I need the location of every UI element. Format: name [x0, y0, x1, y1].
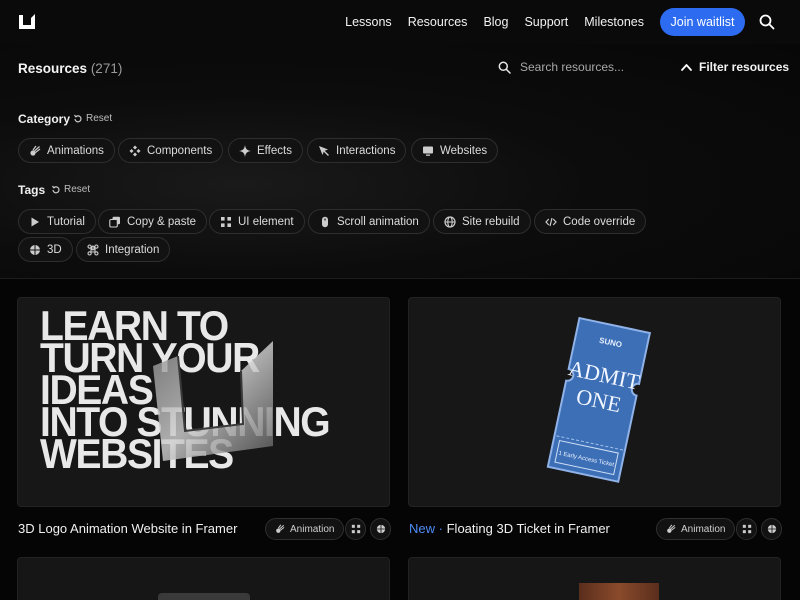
card-tag-ui-element[interactable]	[345, 518, 366, 540]
nav-link-resources[interactable]: Resources	[408, 15, 468, 29]
search-icon	[498, 61, 511, 74]
tag-chip-copy-paste[interactable]: Copy & paste	[98, 209, 208, 234]
category-chip-websites[interactable]: Websites	[411, 138, 499, 163]
tag-chip-site-rebuild[interactable]: Site rebuild	[433, 209, 531, 234]
card-title: Floating 3D Ticket in Framer	[446, 521, 610, 536]
filter-resources-label: Filter resources	[699, 60, 790, 74]
brand-logo-icon[interactable]	[18, 13, 36, 31]
tag-chip-scroll-animation[interactable]: Scroll animation	[308, 209, 430, 234]
page-title-text: Resources	[18, 61, 88, 76]
ui-element-icon	[221, 216, 231, 227]
page-title: Resources (271)	[18, 61, 122, 76]
sparkle-icon	[239, 144, 251, 157]
admit-one-ticket-graphic: SUNO ADMIT ONE 1 Early Access Ticket	[546, 316, 652, 483]
filter-panel: Resources (271) Filter resources Categor…	[0, 44, 800, 279]
cursor-icon	[319, 145, 329, 156]
tags-reset-button[interactable]: Reset	[51, 184, 90, 195]
chip-label: UI element	[238, 215, 294, 228]
resource-card-thumbnail[interactable]: LEARN TO TURN YOUR IDEAS INTO STUNNING W…	[17, 297, 390, 507]
card-tag-animation[interactable]: Animation	[265, 518, 345, 540]
monitor-icon	[423, 146, 433, 156]
card-title[interactable]: 3D Logo Animation Website in Framer	[18, 521, 237, 536]
category-reset-label: Reset	[86, 113, 113, 124]
chip-label: Integration	[105, 243, 160, 256]
reset-icon	[74, 114, 82, 122]
search-icon[interactable]	[759, 14, 775, 30]
chip-label: Components	[147, 144, 213, 157]
category-chip-interactions[interactable]: Interactions	[307, 138, 407, 163]
ui-element-icon	[742, 524, 751, 534]
thumbnail-preview	[579, 583, 659, 600]
chip-label: Tutorial	[47, 215, 85, 228]
nav-link-lessons[interactable]: Lessons	[345, 15, 392, 29]
command-icon	[87, 243, 99, 256]
top-nav: Lessons Resources Blog Support Milestone…	[0, 0, 800, 44]
sphere-3d-icon	[376, 524, 385, 534]
thumbnail-preview	[158, 593, 250, 600]
card-tag-3d[interactable]	[370, 518, 391, 540]
sphere-3d-icon	[30, 244, 40, 255]
tag-chip-tutorial[interactable]: Tutorial	[18, 209, 96, 234]
chip-label: Websites	[440, 144, 488, 157]
code-icon	[545, 217, 557, 226]
category-reset-button[interactable]: Reset	[73, 113, 112, 124]
category-label: Category	[18, 112, 71, 126]
join-waitlist-button[interactable]: Join waitlist	[660, 8, 745, 36]
card-tag-animation[interactable]: Animation	[656, 518, 736, 540]
resource-card-thumbnail[interactable]	[408, 557, 781, 600]
chip-label: Animations	[47, 144, 104, 157]
reset-icon	[52, 185, 60, 193]
category-chip-animations[interactable]: Animations	[18, 138, 115, 163]
chip-label: Scroll animation	[337, 215, 419, 228]
title-separator: ·	[438, 521, 443, 536]
sphere-3d-icon	[767, 524, 776, 534]
nav-links: Lessons Resources Blog Support Milestone…	[345, 0, 644, 44]
chip-label: Copy & paste	[127, 215, 197, 228]
category-chip-effects[interactable]: Effects	[228, 138, 303, 163]
mouse-icon	[322, 216, 328, 227]
card-tag-3d[interactable]	[761, 518, 782, 540]
chip-label: Code override	[563, 215, 636, 228]
chip-label: Effects	[257, 144, 292, 157]
tag-chip-ui-element[interactable]: UI element	[209, 209, 305, 234]
nav-link-blog[interactable]: Blog	[483, 15, 508, 29]
category-chip-components[interactable]: Components	[118, 138, 224, 163]
nav-link-milestones[interactable]: Milestones	[584, 15, 644, 29]
play-icon	[31, 217, 39, 226]
comet-icon	[276, 524, 285, 533]
resource-count: (271)	[90, 61, 123, 76]
resource-card-thumbnail[interactable]: SUNO ADMIT ONE 1 Early Access Ticket	[408, 297, 781, 507]
comet-icon	[30, 145, 41, 156]
card-title-row[interactable]: New · Floating 3D Ticket in Framer	[409, 521, 610, 536]
card-tag-label: Animation	[290, 523, 335, 535]
ui-element-icon	[351, 524, 360, 534]
3d-logo-graphic	[153, 341, 273, 461]
filter-resources-toggle[interactable]: Filter resources	[680, 58, 789, 76]
card-tag-ui-element[interactable]	[736, 518, 757, 540]
resource-card-thumbnail[interactable]	[17, 557, 390, 600]
globe-icon	[444, 215, 456, 228]
tags-label: Tags	[18, 183, 46, 197]
components-icon	[129, 145, 141, 156]
tag-chip-code-override[interactable]: Code override	[534, 209, 647, 234]
tag-chip-3d[interactable]: 3D	[18, 237, 73, 262]
card-tag-label: Animation	[681, 523, 726, 535]
comet-icon	[667, 524, 676, 533]
tags-reset-label: Reset	[64, 184, 91, 195]
chip-label: 3D	[47, 243, 62, 256]
copy-icon	[109, 216, 120, 228]
new-badge: New	[409, 521, 436, 536]
search-input[interactable]	[520, 58, 660, 76]
nav-link-support[interactable]: Support	[524, 15, 568, 29]
chevron-up-icon	[681, 63, 692, 71]
chip-label: Site rebuild	[462, 215, 520, 228]
chip-label: Interactions	[336, 144, 396, 157]
tag-chip-integration[interactable]: Integration	[76, 237, 171, 262]
